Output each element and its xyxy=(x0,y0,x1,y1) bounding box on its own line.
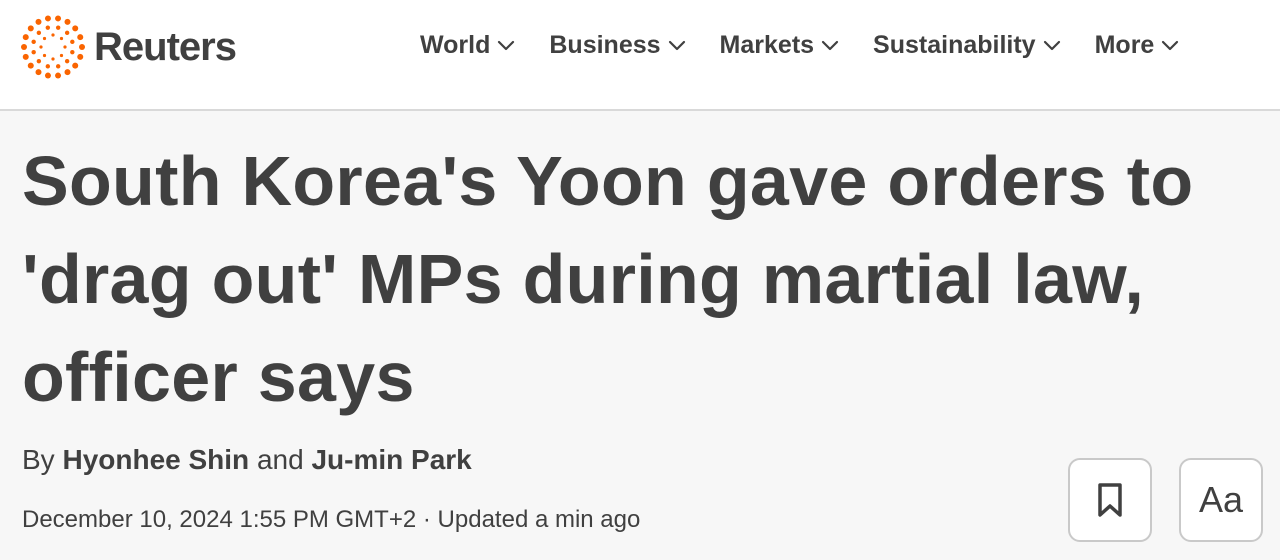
chevron-down-icon xyxy=(1043,40,1060,51)
nav-item-more[interactable]: More xyxy=(1095,31,1181,60)
text-size-button[interactable]: Aa xyxy=(1179,458,1263,542)
byline-conjunction: and xyxy=(256,444,304,475)
logo-dot xyxy=(39,45,43,49)
logo-dot xyxy=(70,49,75,55)
logo-dot xyxy=(42,36,47,41)
chevron-down-icon xyxy=(1162,40,1179,51)
author-link-ju-min-park[interactable]: Ju-min Park xyxy=(311,444,471,475)
logo-dot xyxy=(59,36,64,41)
logo-dot xyxy=(79,44,85,50)
nav-label: World xyxy=(420,30,491,59)
logo-dot xyxy=(44,72,51,79)
logo-dot xyxy=(31,49,36,55)
logo-dot xyxy=(21,44,27,50)
chevron-down-icon xyxy=(498,40,515,51)
logo-dot xyxy=(63,45,67,49)
logo-dot xyxy=(36,30,42,36)
reuters-logo-icon xyxy=(21,15,85,79)
logo-dot xyxy=(35,18,42,25)
logo-dot xyxy=(55,25,61,30)
nav-item-world[interactable]: World xyxy=(420,31,516,60)
logo-dot xyxy=(51,57,55,61)
dateline: December 10, 2024 1:55 PM GMT+2 · Update… xyxy=(22,506,640,534)
logo-dot xyxy=(35,69,42,76)
logo-dot xyxy=(36,58,42,64)
text-size-label: Aa xyxy=(1198,479,1244,520)
logo-dot xyxy=(45,25,51,30)
publish-date: December 10, 2024 1:55 PM GMT+2 xyxy=(22,506,417,533)
logo-dot xyxy=(64,69,71,76)
bookmark-button[interactable] xyxy=(1068,458,1152,542)
nav-label: Markets xyxy=(719,30,815,59)
site-header: Reuters World Business Markets Sustainab… xyxy=(0,0,1280,111)
logo-dot xyxy=(27,62,34,69)
byline: By Hyonhee Shin and Ju-min Park xyxy=(22,444,472,476)
logo-dot xyxy=(22,34,29,41)
nav-label: More xyxy=(1094,30,1155,59)
logo-dot xyxy=(22,53,29,60)
logo-dot xyxy=(70,39,75,45)
nav-item-business[interactable]: Business xyxy=(549,31,686,60)
chevron-down-icon xyxy=(821,40,839,51)
nav-label: Sustainability xyxy=(873,30,1036,59)
logo-dot xyxy=(45,64,51,69)
logo-dot xyxy=(77,53,84,60)
logo-dot xyxy=(55,64,61,69)
date-separator: · xyxy=(422,506,431,533)
nav-item-sustainability[interactable]: Sustainability xyxy=(873,31,1062,60)
bookmark-icon xyxy=(1098,483,1122,517)
author-link-hyonhee-shin[interactable]: Hyonhee Shin xyxy=(62,444,249,475)
logo-dot xyxy=(64,30,70,36)
nav-label: Business xyxy=(549,30,661,59)
logo-dot xyxy=(64,58,70,64)
logo-dot xyxy=(64,18,71,25)
logo-dot xyxy=(31,39,36,45)
logo-dot xyxy=(72,25,79,32)
logo-dot xyxy=(44,15,51,22)
article-headline: South Korea's Yoon gave orders to 'drag … xyxy=(22,142,1194,416)
updated-time: Updated a min ago xyxy=(437,506,641,533)
logo-dot xyxy=(55,72,62,79)
byline-prefix: By xyxy=(22,444,55,475)
logo-dot xyxy=(27,25,34,32)
main-nav: World Business Markets Sustainability Mo… xyxy=(420,27,1180,63)
logo-dot xyxy=(77,34,84,41)
logo-dot xyxy=(51,33,55,37)
chevron-down-icon xyxy=(668,40,685,51)
logo-dot xyxy=(55,15,62,22)
nav-item-markets[interactable]: Markets xyxy=(720,31,841,60)
logo-dot xyxy=(42,53,47,58)
reuters-logo[interactable]: Reuters xyxy=(20,14,237,80)
logo-dot xyxy=(72,62,79,69)
brand-name: Reuters xyxy=(94,25,237,69)
logo-dot xyxy=(59,53,64,58)
